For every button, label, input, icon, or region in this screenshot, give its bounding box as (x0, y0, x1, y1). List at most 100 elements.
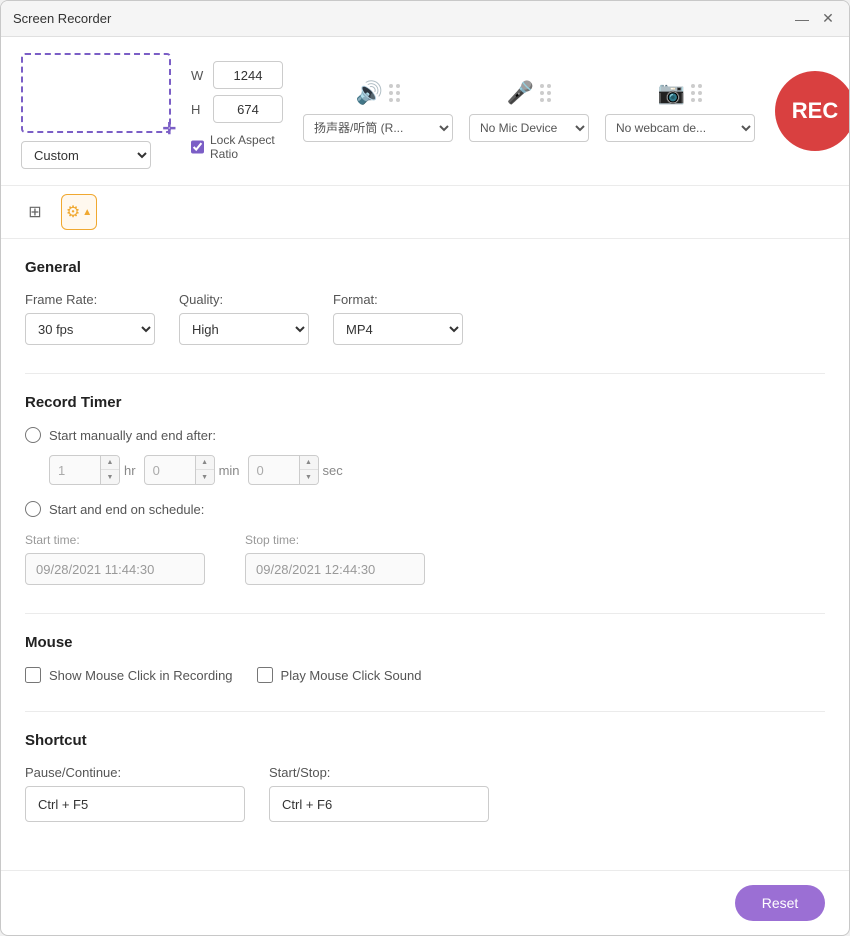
width-input[interactable] (213, 61, 283, 89)
stop-time-group: Stop time: (245, 533, 425, 585)
speaker-group: 🔊 扬声器/听筒 (R... (303, 80, 453, 142)
start-time-input[interactable] (25, 553, 205, 585)
rec-button[interactable]: REC (775, 71, 850, 151)
pause-group: Pause/Continue: (25, 765, 245, 822)
play-sound-checkbox[interactable] (257, 667, 273, 683)
sec-spinner: ▲ ▼ (299, 456, 318, 484)
quality-select[interactable]: High Low Medium (179, 313, 309, 345)
start-time-label: Start time: (25, 533, 205, 547)
frame-rate-select[interactable]: 30 fps 15 fps 20 fps 24 fps 60 fps (25, 313, 155, 345)
radio1-row: Start manually and end after: (25, 427, 825, 443)
mic-icon: 🎤 (507, 80, 534, 106)
show-click-checkbox[interactable] (25, 667, 41, 683)
separator-2 (25, 613, 825, 614)
radio-schedule[interactable] (25, 501, 41, 517)
hr-unit: hr (124, 463, 136, 478)
hr-input-wrap: ▲ ▼ (49, 455, 120, 485)
sec-down-btn[interactable]: ▼ (300, 470, 318, 484)
separator-1 (25, 373, 825, 374)
format-label: Format: (333, 292, 463, 307)
stop-time-label: Stop time: (245, 533, 425, 547)
min-input[interactable] (145, 456, 195, 484)
lock-row: Lock Aspect Ratio (191, 133, 283, 161)
toolbar: ⊞ ⚙ ▲ (1, 186, 849, 239)
min-group: ▲ ▼ min (144, 455, 240, 485)
timer-inputs: ▲ ▼ hr ▲ ▼ min (49, 455, 825, 485)
record-timer-title: Record Timer (25, 394, 825, 411)
show-click-group: Show Mouse Click in Recording (25, 667, 233, 683)
mouse-checkbox-row: Show Mouse Click in Recording Play Mouse… (25, 667, 825, 683)
shortcut-row: Pause/Continue: Start/Stop: (25, 765, 825, 822)
mic-icon-row: 🎤 (507, 80, 551, 106)
radio1-label: Start manually and end after: (49, 428, 216, 443)
close-button[interactable]: ✕ (819, 10, 837, 28)
settings-button[interactable]: ⚙ ▲ (61, 194, 97, 230)
sec-input[interactable] (249, 456, 299, 484)
min-unit: min (219, 463, 240, 478)
play-sound-label: Play Mouse Click Sound (281, 668, 422, 683)
dimensions-area: W H Lock Aspect Ratio (191, 61, 283, 161)
sec-unit: sec (323, 463, 343, 478)
sec-group: ▲ ▼ sec (248, 455, 343, 485)
webcam-dots (691, 84, 702, 102)
webcam-group: 📷 No webcam de... (605, 80, 755, 142)
min-down-btn[interactable]: ▼ (196, 470, 214, 484)
hr-spinner: ▲ ▼ (100, 456, 119, 484)
quality-group: Quality: High Low Medium (179, 292, 309, 345)
lock-label: Lock Aspect Ratio (210, 133, 283, 161)
crosshair-icon: ✛ (163, 122, 176, 138)
record-timer-section: Record Timer Start manually and end afte… (25, 394, 825, 585)
start-stop-label: Start/Stop: (269, 765, 489, 780)
layout-icon: ⊞ (28, 202, 41, 222)
lock-aspect-checkbox[interactable] (191, 139, 204, 155)
webcam-icon-row: 📷 (658, 80, 702, 106)
min-spinner: ▲ ▼ (195, 456, 214, 484)
mic-select[interactable]: No Mic Device (469, 114, 589, 142)
mouse-section: Mouse Show Mouse Click in Recording Play… (25, 634, 825, 683)
radio2-row: Start and end on schedule: (25, 501, 825, 517)
general-section: General Frame Rate: 30 fps 15 fps 20 fps… (25, 259, 825, 345)
speaker-icon-row: 🔊 (356, 80, 400, 106)
pause-input[interactable] (25, 786, 245, 822)
window-title: Screen Recorder (13, 11, 793, 26)
app-window: Screen Recorder — ✕ ✛ Custom Full Screen… (0, 0, 850, 936)
hr-up-btn[interactable]: ▲ (101, 456, 119, 470)
height-label: H (191, 102, 207, 117)
capture-mode-select[interactable]: Custom Full Screen Fixed Region (21, 141, 151, 169)
pause-label: Pause/Continue: (25, 765, 245, 780)
hr-down-btn[interactable]: ▼ (101, 470, 119, 484)
quality-label: Quality: (179, 292, 309, 307)
settings-content: General Frame Rate: 30 fps 15 fps 20 fps… (1, 239, 849, 870)
layout-button[interactable]: ⊞ (17, 194, 53, 230)
settings-chevron: ▲ (82, 207, 92, 218)
frame-rate-group: Frame Rate: 30 fps 15 fps 20 fps 24 fps … (25, 292, 155, 345)
width-row: W (191, 61, 283, 89)
radio-manual[interactable] (25, 427, 41, 443)
radio2-label: Start and end on schedule: (49, 502, 204, 517)
start-stop-input[interactable] (269, 786, 489, 822)
capture-preview[interactable]: ✛ (21, 53, 171, 133)
hr-input[interactable] (50, 456, 100, 484)
min-up-btn[interactable]: ▲ (196, 456, 214, 470)
stop-time-input[interactable] (245, 553, 425, 585)
mic-dots (540, 84, 551, 102)
start-stop-group: Start/Stop: (269, 765, 489, 822)
sec-up-btn[interactable]: ▲ (300, 456, 318, 470)
min-input-wrap: ▲ ▼ (144, 455, 215, 485)
width-label: W (191, 68, 207, 83)
format-select[interactable]: MP4 AVI MOV FLV (333, 313, 463, 345)
webcam-icon: 📷 (658, 80, 685, 106)
title-bar: Screen Recorder — ✕ (1, 1, 849, 37)
reset-button[interactable]: Reset (735, 885, 825, 921)
mic-group: 🎤 No Mic Device (469, 80, 589, 142)
minimize-button[interactable]: — (793, 10, 811, 28)
speaker-select[interactable]: 扬声器/听筒 (R... (303, 114, 453, 142)
schedule-row: Start time: Stop time: (25, 533, 825, 585)
height-input[interactable] (213, 95, 283, 123)
settings-icon: ⚙ (66, 202, 80, 222)
webcam-select[interactable]: No webcam de... (605, 114, 755, 142)
play-sound-group: Play Mouse Click Sound (257, 667, 422, 683)
devices-area: 🔊 扬声器/听筒 (R... 🎤 (303, 80, 755, 142)
window-controls: — ✕ (793, 10, 837, 28)
capture-area: ✛ Custom Full Screen Fixed Region (21, 53, 171, 169)
